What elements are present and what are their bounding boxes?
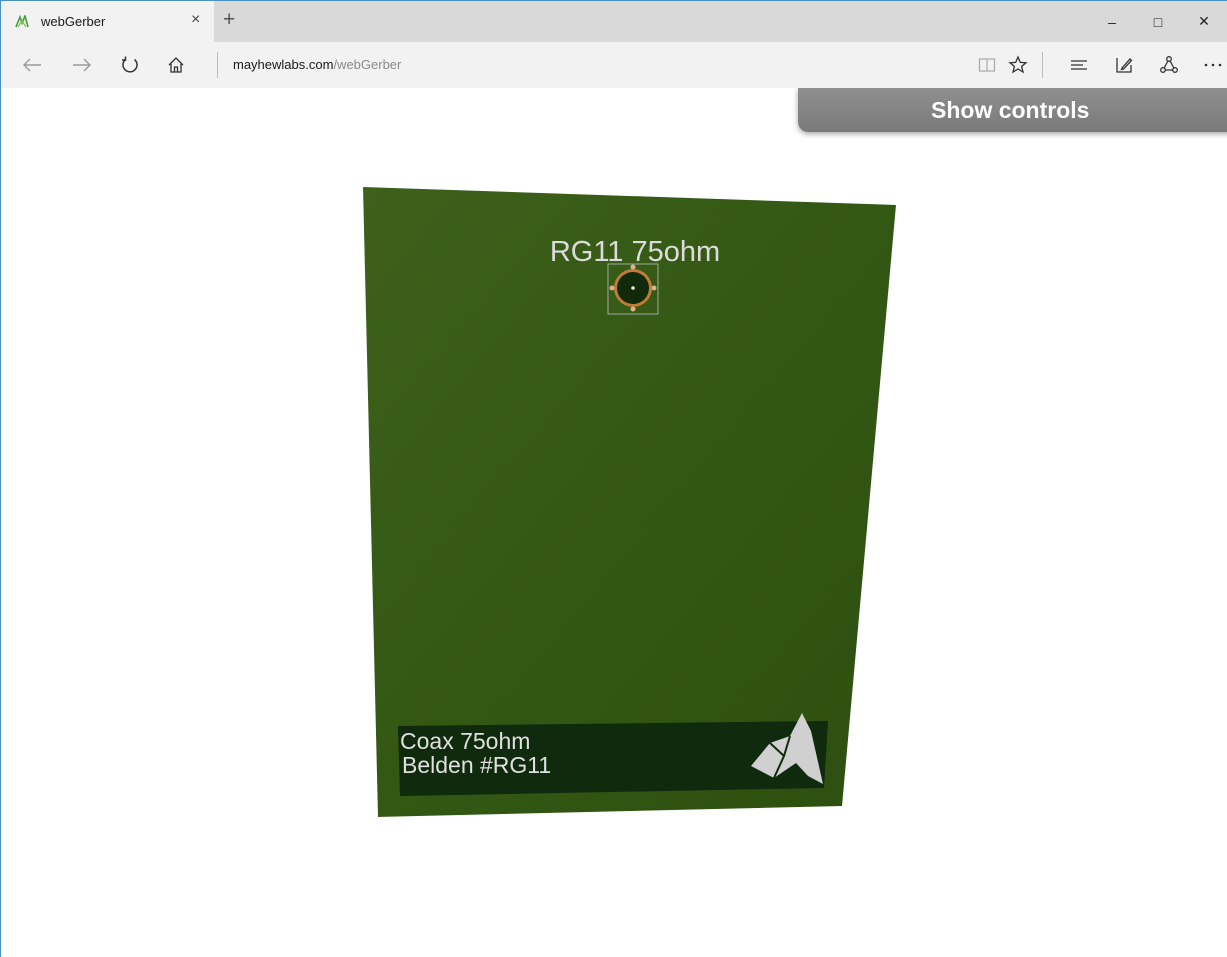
reading-view-icon[interactable] [976, 54, 998, 76]
more-icon[interactable] [1202, 54, 1224, 76]
forward-icon[interactable] [71, 54, 93, 76]
board-bottom-label-line1: Coax 75ohm [400, 728, 530, 754]
address-path: /webGerber [333, 57, 402, 72]
share-icon[interactable] [1158, 54, 1180, 76]
webgerber-favicon-icon [15, 15, 29, 28]
board-top-label: RG11 75ohm [550, 236, 720, 268]
hub-icon[interactable] [1068, 54, 1090, 76]
tab-close-icon[interactable]: × [191, 12, 200, 28]
back-icon[interactable] [21, 54, 43, 76]
pcb-viewer[interactable]: RG11 75ohm Coax 75ohm Belden #RG11 [2, 88, 1227, 957]
tab-webgerber[interactable]: webGerber × [1, 1, 214, 42]
new-tab-icon[interactable]: + [223, 9, 235, 31]
browser-window: webGerber × + – □ ✕ mayhewlabs.com/webGe… [0, 0, 1227, 957]
home-icon[interactable] [165, 54, 187, 76]
refresh-icon[interactable] [119, 54, 141, 76]
web-note-icon[interactable] [1113, 54, 1135, 76]
page-content: RG11 75ohm Coax 75ohm Belden #RG11 Show … [2, 88, 1227, 957]
board-bottom-label-line2: Belden #RG11 [402, 752, 551, 778]
favorite-star-icon[interactable] [1007, 54, 1029, 76]
address-bar[interactable]: mayhewlabs.com/webGerber [233, 57, 401, 72]
navigation-bar: mayhewlabs.com/webGerber [1, 42, 1227, 88]
close-button[interactable]: ✕ [1181, 1, 1227, 42]
tab-title: webGerber [41, 14, 106, 29]
show-controls-button[interactable]: Show controls [798, 88, 1227, 132]
window-controls: – □ ✕ [1089, 1, 1227, 42]
toolbar-separator [1042, 52, 1043, 78]
maximize-button[interactable]: □ [1135, 1, 1181, 42]
address-separator [217, 52, 218, 78]
address-host: mayhewlabs.com [233, 57, 334, 72]
tab-strip: webGerber × + – □ ✕ [1, 1, 1227, 42]
minimize-button[interactable]: – [1089, 1, 1135, 42]
